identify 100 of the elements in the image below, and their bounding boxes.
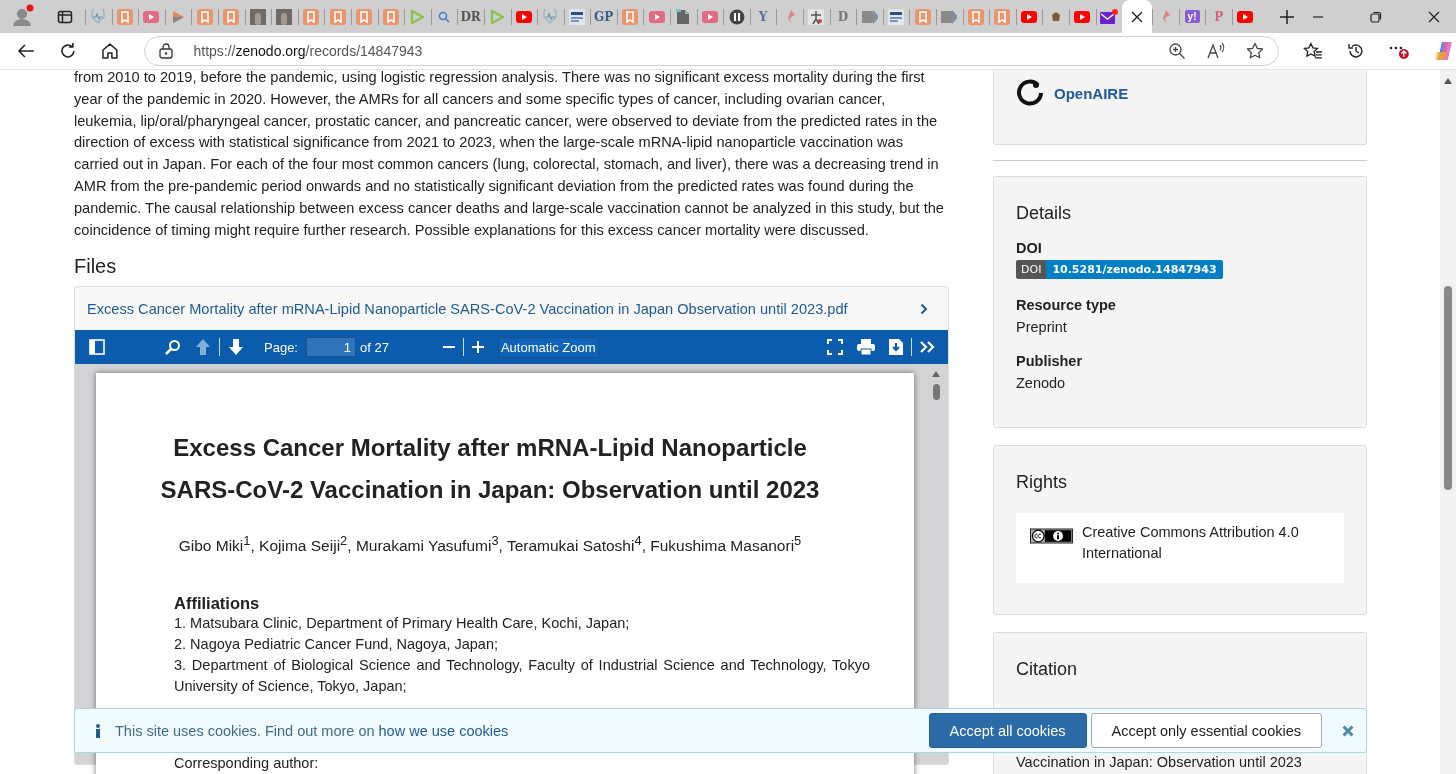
scroll-up-icon[interactable] [1444,78,1452,84]
scrollbar-thumb[interactable] [1444,286,1452,490]
play-icon [515,10,532,23]
zoom-in-icon[interactable] [471,341,484,354]
tag-icon [861,9,878,24]
bookmark-icon [382,8,399,25]
card-heading: Citation [1016,659,1079,680]
zoom-icon[interactable] [1167,42,1186,60]
site-logo-text: D [837,9,849,24]
heartbeat-icon [542,8,559,25]
arrow-down-icon[interactable] [228,338,244,357]
bookmark-icon [223,8,240,25]
zoom-select[interactable]: Automatic Zoom [497,336,599,358]
cc-license-icon [1030,527,1073,545]
field-value: Preprint [1016,319,1068,335]
cookie-policy-link[interactable]: how we use cookies [378,722,509,739]
accept-essential-button[interactable]: Accept only essential cookies [1090,713,1322,748]
abstract-paragraph: from 2010 to 2019, before the pandemic, using logistic regression analysis. There was no significant excess mortality during the first year of the pandemic in 2020. However, the AMRs for all cancers and some specific types of cancer, including ovarian cancer, leukemia, lip/oral/pharyngeal cancer, prostatic cancer, and pancreatic cancer, were observed to deviate from the predicted rates in the direction of excess with statistical significance from 2021 to 2023, when the large-scale mRNA-lipid nanoparticle vaccination was carried out in Japan. For each of the four most common cancers (lung, colorectal, stomach, and liver), there was a decreasing trend in AMR from the pre-pandemic period onwards and no statistically significant deviation from the predicted rates was found during the pandemic. The causal relationship between excess cancer deaths and large-scale vaccination cannot be analyzed in this study, but the coincidence of timing might require further research. Possible explanations for this excess cancer mortality were discussed. [74,70,945,240]
play-icon [171,9,186,24]
lock-icon [159,43,174,59]
bookmark-icon [967,8,984,25]
field-label: DOI [1016,240,1043,256]
refresh-icon[interactable] [58,42,77,60]
field-label: Resource type [1016,297,1117,313]
fullscreen-icon[interactable] [827,339,843,356]
play-icon [648,10,665,23]
play-icon [1074,10,1091,23]
document-title: SARS-CoV-2 Vaccination in Japan: Observation until 2023 [159,475,821,506]
close-icon[interactable] [1428,10,1440,23]
print-icon[interactable] [857,339,875,356]
bookmark-icon [116,8,133,25]
site-logo-text: GP [593,9,614,24]
read-aloud-icon[interactable] [1205,42,1226,60]
bookmark-icon [994,8,1011,25]
openaire-link[interactable]: OpenAIRE [1054,84,1129,102]
card-heading: Rights [1016,472,1069,493]
tab-actions-icon[interactable] [57,8,73,25]
play-icon [143,10,160,23]
page-label: Page: [264,339,298,355]
photo-icon [249,8,266,25]
browser-tab[interactable]: GP [590,0,617,33]
page-number-field[interactable]: 1 [306,337,356,358]
site-logo-text: y! [1184,10,1200,23]
photo-icon [276,8,293,25]
browser-tab[interactable]: Y [749,0,777,33]
play-icon [701,10,718,23]
news-icon [569,8,585,25]
info-icon [95,723,101,738]
chevron-right-icon[interactable] [920,302,928,315]
scrollbar-thumb[interactable] [932,384,940,401]
double-chevron-icon[interactable] [920,341,936,354]
site-logo-text: P [1214,9,1224,24]
document-title: Excess Cancer Mortality after mRNA-Lipid Nanoparticle [172,433,808,464]
affiliation-line: 2. Nagoya Pediatric Cancer Fund, Nagoya, Japan; [174,634,500,654]
browser-tab[interactable]: D [829,0,857,33]
field-label: Publisher [1016,353,1084,369]
seal-icon [1047,8,1064,25]
author-list: Gibo Miki$^{1}$, Kojima Seiji$^{2}$, Murakami Yasufumi$^{3}$, Teramukai Satoshi$^{4}$, Fukushima Masanori$^{5}$ [110,533,870,556]
card-heading: Details [1016,203,1073,224]
field-value: Zenodo [1016,375,1067,391]
home-icon[interactable] [100,42,119,60]
play-icon [1021,10,1038,23]
affiliation-line: 1. Matsubara Clinic, Department of Primary Health Care, Kochi, Japan; [174,613,631,633]
bookmark-icon [303,8,320,25]
mail-icon [1099,8,1118,25]
browser-tab[interactable]: DR [457,0,484,33]
play-icon [489,8,506,25]
affiliation-line: 3. Department of Biological Science and Technology, Faculty of Industrial Science and Technology, Tokyo University of Science, Tokyo, Japan; [174,655,870,696]
heartbeat-icon [90,8,107,25]
download-icon[interactable] [889,339,903,356]
file-link[interactable]: Excess Cancer Mortality after mRNA-Lipid Nanoparticle SARS-CoV-2 Vaccination in Japan Observation until 2023.pdf [87,300,848,317]
license-name: Creative Commons Attribution 4.0 International [1081,523,1300,563]
bookmark-icon [356,8,373,25]
pause-icon [728,8,745,25]
accept-all-button[interactable]: Accept all cookies [928,713,1087,748]
section-heading: Files [74,255,118,279]
star-icon[interactable] [1245,42,1264,60]
new-tab-icon[interactable] [1278,8,1295,25]
favorites-icon[interactable] [1302,42,1323,60]
site-logo-text: DR [460,9,481,24]
browser-tab[interactable]: y! [1178,0,1206,33]
page-count: of 27 [360,339,389,355]
site-logo-text: Y [758,9,768,24]
news-icon [888,8,905,25]
document-icon [676,8,691,25]
bookmark-icon [914,8,931,25]
affiliations-heading: Affiliations [174,593,261,613]
close-icon[interactable] [1131,10,1144,23]
bookmark-icon [329,8,346,25]
figure-icon [808,8,825,25]
play-icon [409,8,426,25]
search-icon[interactable] [165,339,181,356]
bookmark-icon [196,8,213,25]
corresponding-author-label: Corresponding author: [174,754,320,771]
sidebar-toggle-icon[interactable] [89,339,105,356]
back-icon[interactable] [17,43,35,59]
search-icon [438,10,450,23]
restore-icon[interactable] [1370,10,1382,23]
scroll-up-icon[interactable] [931,370,941,379]
history-icon[interactable] [1346,42,1365,60]
